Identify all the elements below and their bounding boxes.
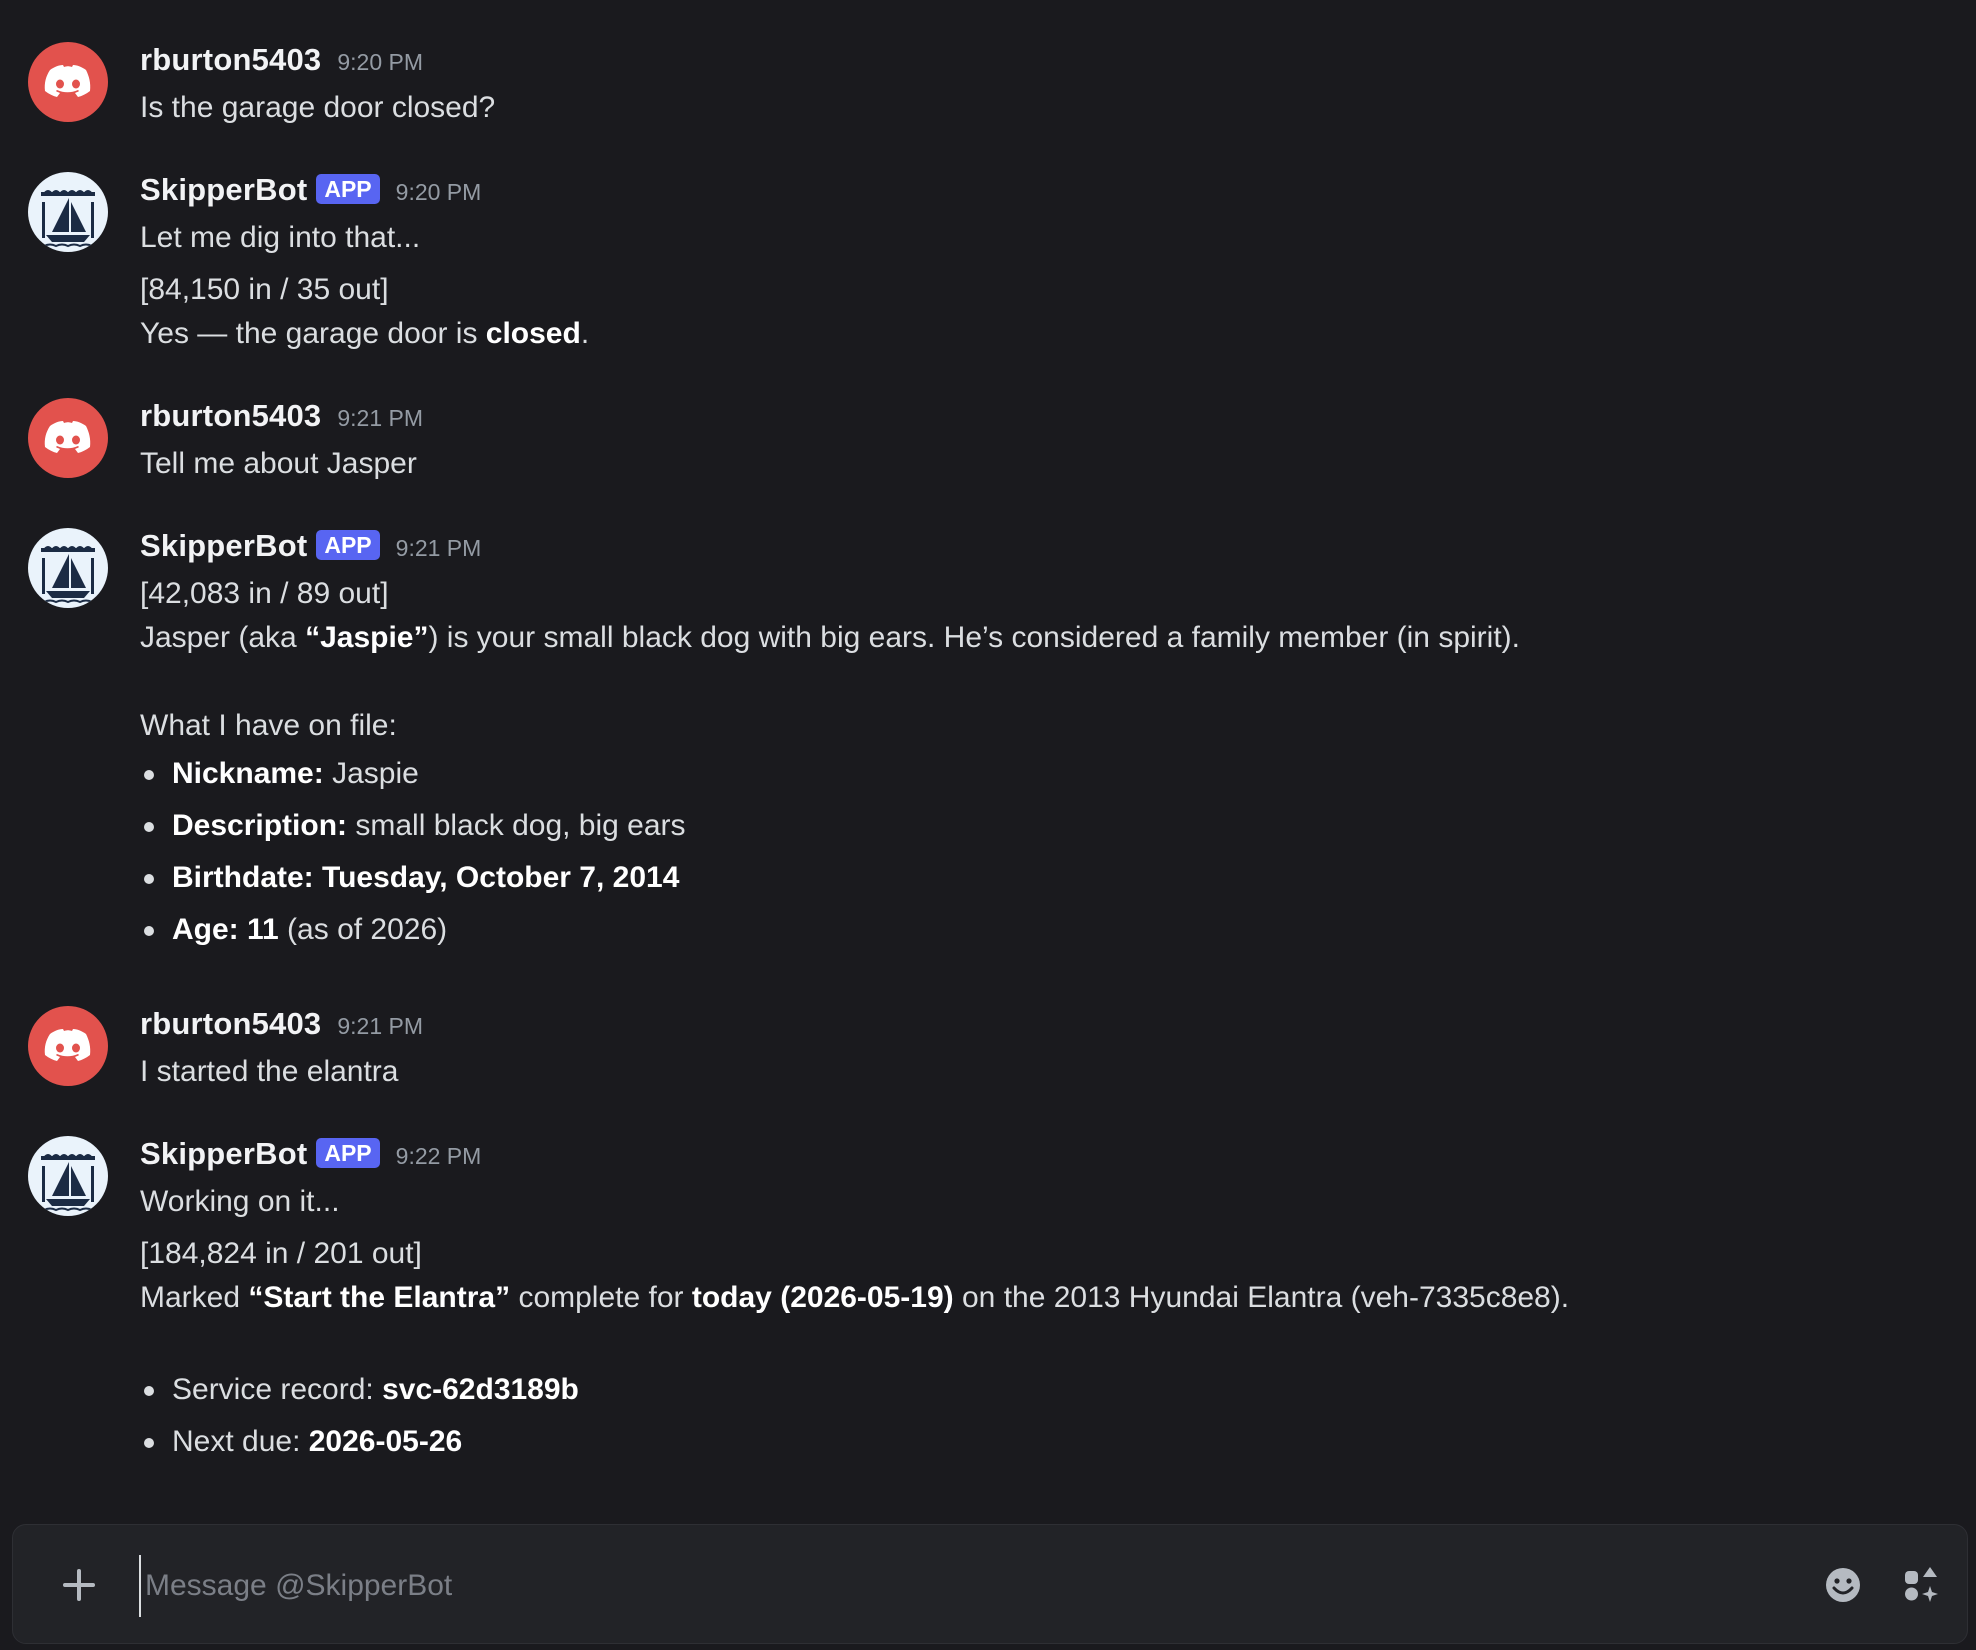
- apps-button[interactable]: [1897, 1561, 1945, 1609]
- message-text: Marked “Start the Elantra” complete for …: [140, 1276, 1936, 1320]
- emoji-button[interactable]: [1819, 1561, 1867, 1609]
- bold-text: today (2026-05-19): [691, 1281, 954, 1314]
- list-item: Service record: svc-62d3189b: [140, 1364, 1936, 1416]
- app-badge: APP: [316, 530, 380, 560]
- token-usage: [184,824 in / 201 out]: [140, 1237, 422, 1270]
- author-name[interactable]: rburton5403: [140, 42, 321, 78]
- fact-label: Age: 11: [172, 913, 279, 946]
- author-name[interactable]: rburton5403: [140, 398, 321, 434]
- user-avatar[interactable]: [28, 42, 108, 122]
- fact-value: (as of 2026): [278, 913, 448, 946]
- text-run: .: [580, 317, 590, 350]
- message-text: Let me dig into that...: [140, 221, 421, 254]
- detail-value: 2026-05-26: [308, 1425, 463, 1458]
- list-item: Next due: 2026-05-26: [140, 1416, 1936, 1468]
- text-run: ) is your small black dog with big ears.…: [428, 621, 1520, 654]
- attach-button[interactable]: [47, 1553, 111, 1617]
- message-text: Jasper (aka “Jaspie”) is your small blac…: [140, 616, 1936, 660]
- discord-logo-icon: [44, 65, 91, 97]
- author-name[interactable]: SkipperBot: [140, 528, 307, 564]
- bold-text: “Start the Elantra”: [248, 1281, 511, 1314]
- timestamp: 9:20 PM: [395, 179, 482, 205]
- fact-value: Jaspie: [323, 757, 419, 790]
- detail-label: Next due:: [172, 1425, 309, 1458]
- list-item: Age: 11 (as of 2026): [140, 904, 1936, 956]
- bot-avatar[interactable]: [28, 528, 108, 608]
- message-input[interactable]: [139, 1555, 1787, 1617]
- message-text: Tell me about Jasper: [140, 447, 417, 480]
- timestamp: 9:21 PM: [337, 405, 424, 431]
- token-usage: [84,150 in / 35 out]: [140, 273, 389, 306]
- fact-list: Nickname: Jaspie Description: small blac…: [140, 748, 1936, 956]
- fact-value: small black dog, big ears: [347, 809, 686, 842]
- message-text: Working on it...: [140, 1185, 340, 1218]
- message-list: rburton5403 9:20 PM Is the garage door c…: [0, 0, 1976, 1515]
- text-run: Marked: [140, 1281, 249, 1314]
- timestamp: 9:21 PM: [337, 1013, 424, 1039]
- text-run: complete for: [510, 1281, 692, 1314]
- smiley-icon: [1826, 1568, 1860, 1602]
- discord-logo-icon: [44, 421, 91, 453]
- bold-text: closed: [485, 317, 581, 350]
- discord-logo-icon: [44, 1029, 91, 1061]
- message-text: Is the garage door closed?: [140, 91, 496, 124]
- author-name[interactable]: rburton5403: [140, 1006, 321, 1042]
- detail-label: Service record:: [172, 1373, 383, 1406]
- detail-list: Service record: svc-62d3189b Next due: 2…: [140, 1364, 1936, 1468]
- fact-label: Birthdate: Tuesday, October 7, 2014: [172, 861, 680, 894]
- user-avatar[interactable]: [28, 398, 108, 478]
- timestamp: 9:20 PM: [337, 49, 424, 75]
- fact-label: Nickname:: [172, 757, 324, 790]
- bot-avatar[interactable]: [28, 1136, 108, 1216]
- token-usage: [42,083 in / 89 out]: [140, 577, 389, 610]
- message-composer: [12, 1524, 1968, 1644]
- bot-avatar[interactable]: [28, 172, 108, 252]
- fact-label: Description:: [172, 809, 348, 842]
- author-name[interactable]: SkipperBot: [140, 172, 307, 208]
- app-badge: APP: [316, 174, 380, 204]
- sailboat-logo-icon: [29, 1137, 107, 1215]
- user-avatar[interactable]: [28, 1006, 108, 1086]
- detail-value: svc-62d3189b: [382, 1373, 579, 1406]
- plus-icon: [63, 1569, 95, 1601]
- sailboat-logo-icon: [29, 173, 107, 251]
- message-text: Yes — the garage door is closed.: [140, 312, 1936, 356]
- author-name[interactable]: SkipperBot: [140, 1136, 307, 1172]
- timestamp: 9:21 PM: [395, 535, 482, 561]
- apps-icon: [1905, 1567, 1938, 1602]
- list-item: Description: small black dog, big ears: [140, 800, 1936, 852]
- list-item: Nickname: Jaspie: [140, 748, 1936, 800]
- message-text: What I have on file:: [140, 709, 397, 742]
- message-text: I started the elantra: [140, 1055, 399, 1088]
- list-item: Birthdate: Tuesday, October 7, 2014: [140, 852, 1936, 904]
- timestamp: 9:22 PM: [395, 1143, 482, 1169]
- app-badge: APP: [316, 1138, 380, 1168]
- sailboat-logo-icon: [29, 529, 107, 607]
- text-run: Yes — the garage door is: [140, 317, 486, 350]
- text-run: on the 2013 Hyundai Elantra (veh-7335c8e…: [953, 1281, 1570, 1314]
- bold-text: “Jaspie”: [305, 621, 429, 654]
- text-run: Jasper (aka: [140, 621, 306, 654]
